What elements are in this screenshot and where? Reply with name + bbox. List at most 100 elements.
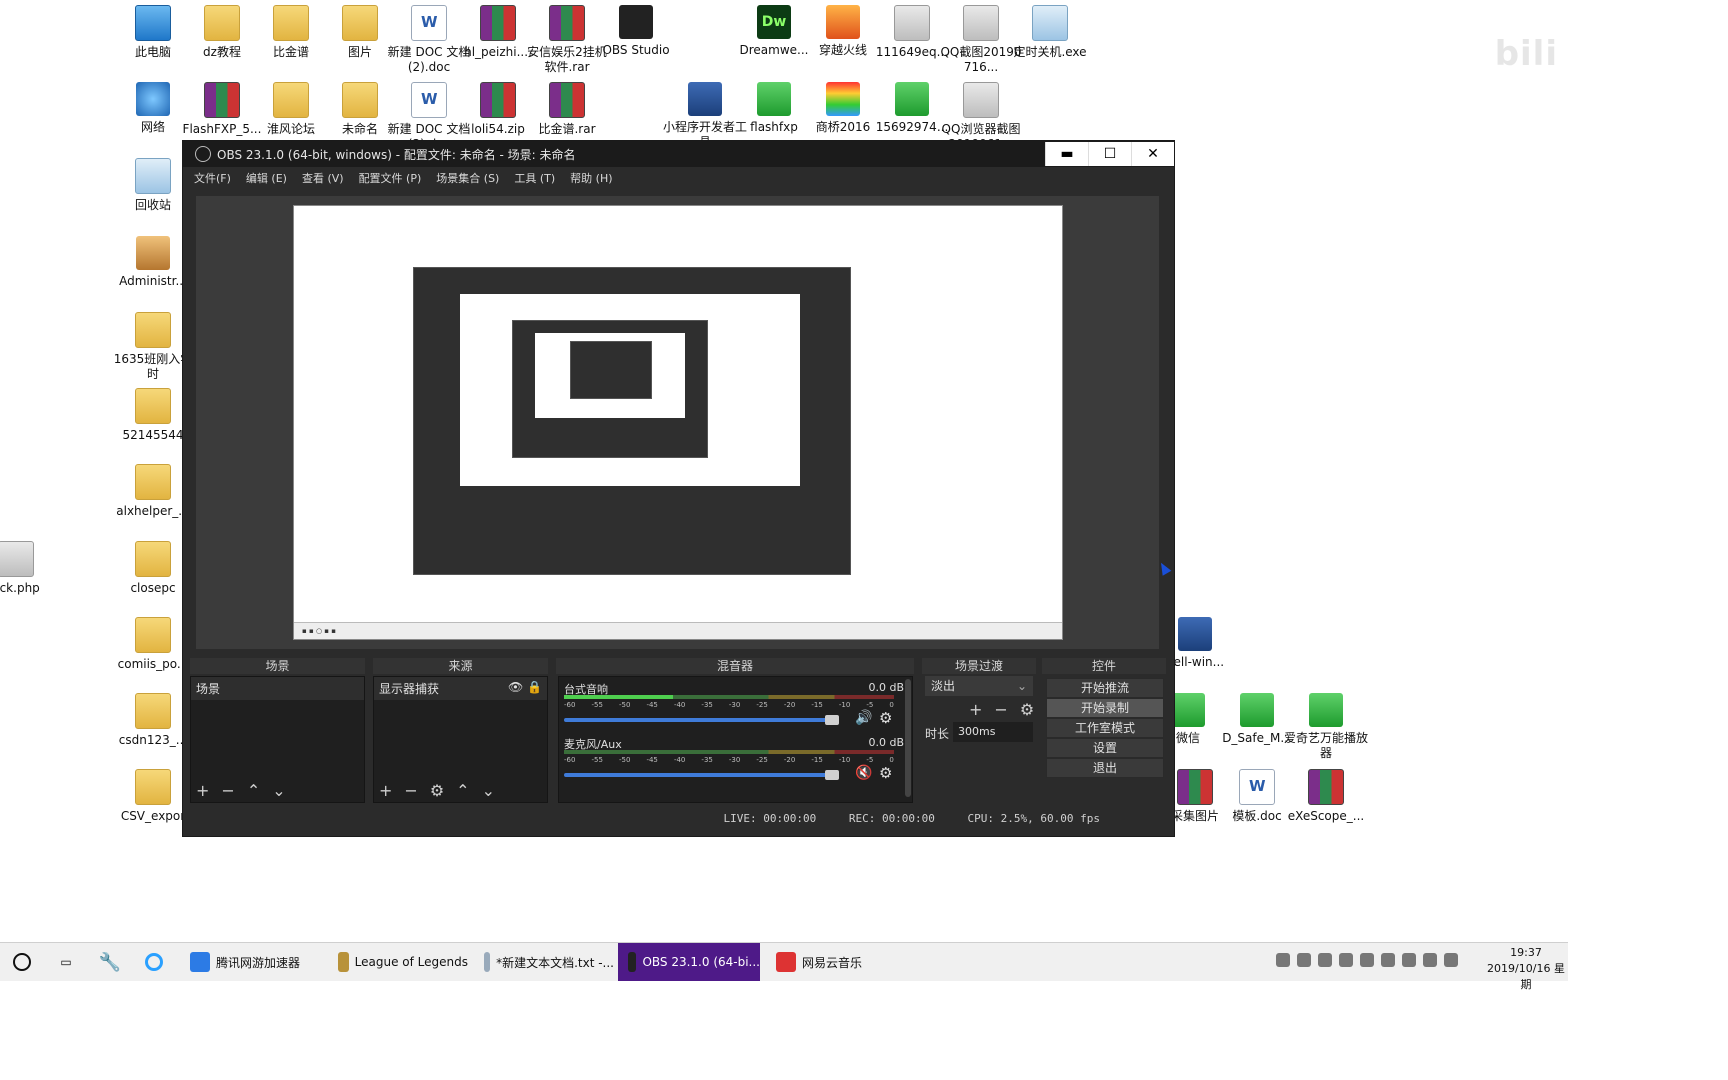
transition-select[interactable]: 淡出 ⌄ (925, 676, 1033, 696)
taskbar-clock[interactable]: 19:37 2019/10/16 星期 (1484, 945, 1568, 993)
control-button[interactable]: 开始录制 (1046, 698, 1164, 718)
control-button[interactable]: 退出 (1046, 758, 1164, 778)
doc-icon (1239, 769, 1275, 805)
tray-icon[interactable] (1318, 953, 1332, 967)
taskbar-app[interactable]: *新建文本文档.txt -... (474, 943, 614, 981)
blue-icon (1178, 617, 1212, 651)
orange-icon (826, 5, 860, 39)
maximize-button[interactable]: ☐ (1088, 142, 1131, 166)
menu-item[interactable]: 文件(F) (194, 170, 231, 186)
scenes-toolbar: + − ⌃ ⌄ (190, 779, 292, 801)
gray-icon (894, 5, 930, 41)
remove-transition-button[interactable]: − (994, 700, 1007, 719)
taskbar-app-label: 腾讯网游加速器 (216, 955, 301, 970)
obs-window[interactable]: OBS 23.1.0 (64-bit, windows) - 配置文件: 未命名… (182, 140, 1175, 837)
desktop-icon[interactable]: OBS Studio (594, 5, 678, 58)
shield-icon[interactable] (1360, 953, 1374, 967)
rar-icon (480, 82, 516, 118)
gear-icon[interactable]: ⚙ (879, 764, 892, 782)
rec-status: REC: 00:00:00 (848, 812, 935, 825)
folder-icon (342, 5, 378, 41)
task-view-button[interactable]: ▭ (46, 943, 86, 981)
sources-toolbar: + − ⚙ ⌃ ⌄ (373, 779, 501, 801)
rar-icon (549, 82, 585, 118)
desktop-icon[interactable]: 定时关机.exe (1008, 5, 1092, 60)
control-button[interactable]: 工作室模式 (1046, 718, 1164, 738)
taskbar-app[interactable]: League of Legends (328, 943, 468, 981)
folder-icon (135, 388, 171, 424)
add-transition-button[interactable]: + (969, 700, 982, 719)
search-button[interactable] (0, 943, 44, 981)
volume-fader-knob[interactable] (825, 715, 839, 725)
app-icon (776, 952, 796, 972)
taskbar-pinned-tool[interactable]: 🔧 (90, 943, 130, 981)
close-button[interactable]: ✕ (1131, 142, 1174, 166)
scene-item[interactable]: 场景 (191, 677, 364, 700)
menu-item[interactable]: 查看 (V) (302, 170, 344, 186)
menu-item[interactable]: 场景集合 (S) (436, 170, 499, 186)
app-icon (338, 952, 349, 972)
control-button[interactable]: 设置 (1046, 738, 1164, 758)
tray-icon[interactable] (1381, 953, 1395, 967)
folder-icon (135, 693, 171, 729)
clock-date: 2019/10/16 星期 (1487, 962, 1565, 991)
meter-scale-tick: -15 (811, 756, 823, 764)
trash-icon (135, 158, 171, 194)
wrench-icon: 🔧 (98, 951, 122, 973)
menu-item[interactable]: 帮助 (H) (570, 170, 612, 186)
task-view-icon: ▭ (60, 955, 72, 969)
desktop-icon[interactable]: eXeScope_... (1284, 769, 1368, 824)
desktop-icon-eck-php[interactable]: eck.php (0, 541, 58, 596)
source-down-button[interactable]: ⌄ (482, 781, 495, 800)
menu-item[interactable]: 编辑 (E) (246, 170, 287, 186)
preview-taskbar: ▪ ▪ ○ ▪ ▪ (294, 622, 1062, 639)
volume-fader[interactable] (564, 773, 834, 777)
net-icon (136, 82, 170, 116)
tray-icon[interactable] (1276, 953, 1290, 967)
meter-scale-tick: -10 (838, 701, 851, 709)
speaker-muted-icon[interactable]: 🔇 (855, 765, 872, 781)
add-source-button[interactable]: + (379, 781, 392, 800)
scene-down-button[interactable]: ⌄ (272, 781, 285, 800)
minimize-button[interactable]: ▬ (1045, 142, 1088, 166)
speaker-icon[interactable]: 🔊 (855, 710, 872, 726)
menu-item[interactable]: 工具 (T) (514, 170, 555, 186)
folder-icon (273, 82, 309, 118)
nested-obs-window (413, 267, 851, 575)
obs-titlebar[interactable]: OBS 23.1.0 (64-bit, windows) - 配置文件: 未命名… (183, 141, 1174, 167)
taskbar-app[interactable]: OBS 23.1.0 (64-bi... (618, 943, 760, 981)
desktop-icon[interactable]: 比金谱.rar (525, 82, 609, 137)
volume-fader-knob[interactable] (825, 770, 839, 780)
app-icon (628, 952, 637, 972)
gear-icon[interactable]: ⚙ (879, 709, 892, 727)
control-button[interactable]: 开始推流 (1046, 678, 1164, 698)
volume-fader[interactable] (564, 718, 834, 722)
mixer-scrollbar[interactable] (905, 679, 911, 797)
gray-icon (963, 82, 999, 118)
remove-source-button[interactable]: − (404, 781, 417, 800)
mixer-panel[interactable]: 台式音响 0.0 dB -60 -55 -50 -45 -40 -35 -30 -25 -20 -15… (558, 676, 913, 803)
microphone-icon[interactable] (1339, 953, 1353, 967)
eye-icon[interactable]: 👁 🔒 (508, 680, 542, 697)
duration-input[interactable]: 300ms (953, 722, 1033, 742)
sources-dock-title: 来源 (373, 658, 548, 674)
tray-icon[interactable] (1297, 953, 1311, 967)
menu-item[interactable]: 配置文件 (P) (359, 170, 422, 186)
gear-icon[interactable]: ⚙ (1020, 700, 1034, 719)
obs-preview[interactable]: ▪ ▪ ○ ▪ ▪ (196, 196, 1159, 649)
taskbar-app[interactable]: 网易云音乐 (766, 943, 886, 981)
add-scene-button[interactable]: + (196, 781, 209, 800)
remove-scene-button[interactable]: − (221, 781, 234, 800)
source-up-button[interactable]: ⌃ (456, 781, 469, 800)
scene-up-button[interactable]: ⌃ (247, 781, 260, 800)
tray-icon[interactable] (1402, 953, 1416, 967)
desktop-icon[interactable]: 爱奇艺万能播放器 (1284, 693, 1368, 761)
gear-icon[interactable]: ⚙ (430, 781, 444, 800)
network-icon[interactable] (1423, 953, 1437, 967)
desktop-icon-label: 爱奇艺万能播放器 (1284, 731, 1369, 760)
source-item[interactable]: 显示器捕获 👁 🔒 (374, 677, 547, 700)
taskbar-app[interactable]: 腾讯网游加速器 (180, 943, 320, 981)
rar-icon (1308, 769, 1344, 805)
taskbar-pinned-browser[interactable] (134, 943, 174, 981)
volume-icon[interactable] (1444, 953, 1458, 967)
